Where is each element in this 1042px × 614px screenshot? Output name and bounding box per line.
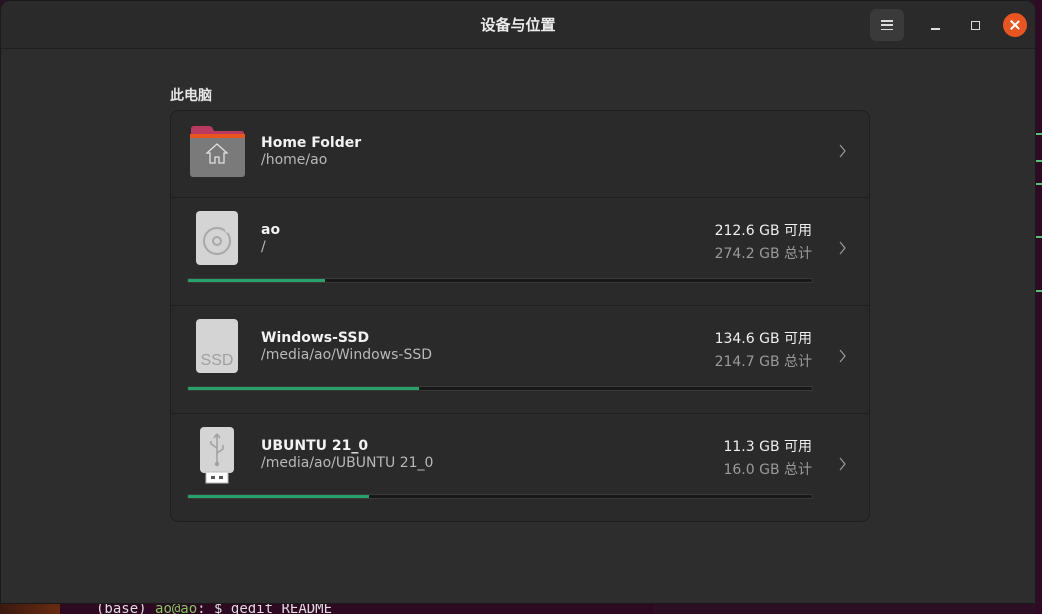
chevron-right-icon (839, 457, 846, 471)
available-space: 212.6 GB 可用 (714, 223, 812, 239)
available-space: 11.3 GB 可用 (723, 439, 812, 455)
available-space: 134.6 GB 可用 (714, 331, 812, 347)
maximize-button[interactable] (963, 13, 987, 37)
location-row-ubuntu-usb[interactable]: UBUNTU 21_0 /media/ao/UBUNTU 21_0 11.3 G… (171, 414, 869, 521)
home-folder-icon (189, 125, 245, 177)
usage-bar (187, 494, 813, 499)
chevron-right-icon (839, 144, 846, 158)
usage-bar (187, 386, 813, 391)
locations-list: Home Folder /home/ao ao / 212.6 GB 可用 27… (170, 110, 870, 522)
menu-button[interactable] (870, 9, 904, 41)
close-button[interactable] (1003, 13, 1027, 37)
close-icon (1010, 20, 1020, 30)
background-window-edge (1036, 0, 1042, 614)
chevron-right-icon (839, 349, 846, 363)
ssd-icon: SSD (195, 318, 239, 374)
total-space: 16.0 GB 总计 (723, 462, 812, 478)
usage-bar-fill (188, 495, 369, 498)
hamburger-icon (881, 20, 893, 30)
location-name: Windows-SSD (261, 330, 370, 346)
location-path: /media/ao/Windows-SSD (261, 347, 433, 363)
devices-and-locations-window: 设备与位置 此电脑 Home Folder /home/ao ao / 212.… (0, 0, 1036, 604)
titlebar[interactable]: 设备与位置 (1, 1, 1035, 49)
maximize-icon (970, 20, 980, 30)
section-title-this-computer: 此电脑 (170, 88, 212, 104)
location-row-ao[interactable]: ao / 212.6 GB 可用 274.2 GB 总计 (171, 198, 869, 306)
total-space: 214.7 GB 总计 (714, 354, 812, 370)
usage-bar-fill (188, 387, 419, 390)
location-row-home[interactable]: Home Folder /home/ao (171, 111, 869, 198)
chevron-right-icon (839, 241, 846, 255)
location-name: UBUNTU 21_0 (261, 438, 369, 454)
minimize-button[interactable] (923, 13, 947, 37)
location-row-windows-ssd[interactable]: SSD Windows-SSD /media/ao/Windows-SSD 13… (171, 306, 869, 414)
usb-drive-icon (199, 426, 235, 484)
hard-disk-icon (195, 210, 239, 266)
location-name: ao (261, 222, 281, 238)
ssd-icon-label: SSD (201, 352, 234, 369)
location-path: /media/ao/UBUNTU 21_0 (261, 455, 434, 471)
location-path: / (261, 239, 266, 255)
minimize-icon (930, 28, 940, 30)
usage-bar-fill (188, 279, 326, 282)
total-space: 274.2 GB 总计 (714, 246, 812, 262)
usage-bar (187, 278, 813, 283)
location-path: /home/ao (261, 152, 328, 168)
location-name: Home Folder (261, 135, 362, 151)
